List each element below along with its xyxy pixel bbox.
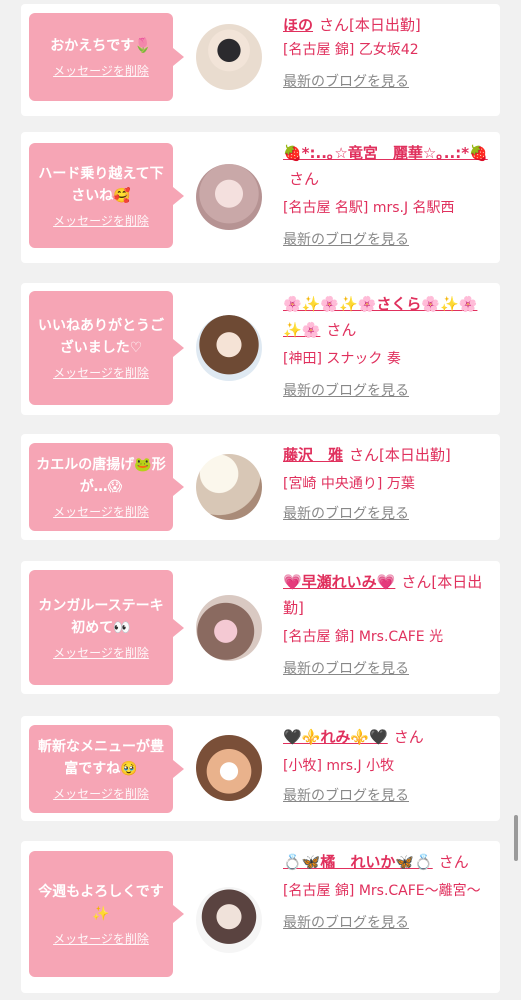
store-label: [名古屋 錦] 乙女坂42	[283, 42, 419, 58]
message-bubble: 今週もよろしくです✨ メッセージを削除	[29, 851, 184, 977]
avatar[interactable]	[196, 315, 262, 381]
avatar[interactable]	[196, 24, 262, 90]
cast-name-link[interactable]: 藤沢 雅	[283, 446, 343, 464]
latest-blog-link[interactable]: 最新のブログを見る	[283, 657, 409, 681]
message-text: 斬新なメニューが豊富ですね🥹	[38, 739, 164, 777]
message-card: 斬新なメニューが豊富ですね🥹 メッセージを削除 🖤⚜️れみ⚜️🖤 さん [小牧] …	[21, 716, 500, 821]
honorific: さん	[393, 728, 424, 746]
delete-message-link[interactable]: メッセージを削除	[53, 212, 149, 229]
latest-blog-link[interactable]: 最新のブログを見る	[283, 379, 409, 403]
cast-name-link[interactable]: 🍓*:..｡☆竜宮 麗華☆｡..:*🍓	[283, 144, 488, 162]
latest-blog-link[interactable]: 最新のブログを見る	[283, 911, 409, 935]
store-label: [小牧] mrs.J 小牧	[283, 758, 395, 774]
delete-message-link[interactable]: メッセージを削除	[53, 644, 149, 661]
cast-name-link[interactable]: 💗早瀬れいみ💗	[283, 573, 395, 591]
avatar[interactable]	[196, 595, 262, 661]
message-text: おかえちです🌷	[50, 38, 152, 54]
message-bubble: カンガルーステーキ初めて👀 メッセージを削除	[29, 570, 184, 685]
message-text: ハード乗り越えて下さいね🥰	[38, 165, 164, 204]
message-card: カエルの唐揚げ🐸形が…😱 メッセージを削除 藤沢 雅さん[本日出勤] [宮崎 中…	[21, 434, 500, 540]
message-bubble: 斬新なメニューが豊富ですね🥹 メッセージを削除	[29, 725, 184, 813]
message-bubble: カエルの唐揚げ🐸形が…😱 メッセージを削除	[29, 443, 184, 531]
message-text: カエルの唐揚げ🐸形が…😱	[36, 457, 166, 495]
delete-message-link[interactable]: メッセージを削除	[53, 785, 149, 802]
message-bubble: ハード乗り越えて下さいね🥰 メッセージを削除	[29, 143, 184, 248]
delete-message-link[interactable]: メッセージを削除	[53, 364, 149, 381]
honorific: さん	[319, 16, 350, 34]
latest-blog-link[interactable]: 最新のブログを見る	[283, 784, 409, 808]
honorific: さん	[401, 573, 432, 591]
store-label: [名古屋 錦] Mrs.CAFE 光	[283, 629, 444, 645]
avatar[interactable]	[196, 735, 262, 801]
avatar[interactable]	[196, 164, 262, 230]
honorific: さん	[289, 170, 320, 188]
delete-message-link[interactable]: メッセージを削除	[53, 930, 149, 947]
message-card: カンガルーステーキ初めて👀 メッセージを削除 💗早瀬れいみ💗 さん[本日出勤] […	[21, 561, 500, 694]
delete-message-link[interactable]: メッセージを削除	[53, 503, 149, 520]
store-label: [名古屋 名駅] mrs.J 名駅西	[283, 200, 455, 216]
honorific: さん	[326, 321, 357, 339]
message-bubble: おかえちです🌷 メッセージを削除	[29, 13, 184, 101]
message-bubble: いいねありがとうございました♡ メッセージを削除	[29, 291, 184, 405]
delete-message-link[interactable]: メッセージを削除	[53, 62, 149, 79]
message-text: カンガルーステーキ初めて👀	[38, 597, 164, 636]
cast-name-link[interactable]: 🌸✨🌸✨🌸さくら🌸✨🌸✨🌸	[283, 295, 477, 339]
status-badge: [本日出勤]	[379, 446, 451, 464]
cast-name-link[interactable]: ほの	[283, 16, 313, 34]
store-label: [宮崎 中央通り] 万葉	[283, 476, 415, 492]
store-label: [神田] スナック 奏	[283, 351, 401, 367]
honorific: さん	[438, 853, 469, 871]
store-label: [名古屋 錦] Mrs.CAFE〜離宮〜	[283, 883, 481, 899]
message-card: おかえちです🌷 メッセージを削除 ほの さん[本日出勤] [名古屋 錦] 乙女坂4…	[21, 4, 500, 116]
message-card: 今週もよろしくです✨ メッセージを削除 💍🦋橘 れいか🦋💍 さん [名古屋 錦] …	[21, 841, 500, 993]
latest-blog-link[interactable]: 最新のブログを見る	[283, 70, 409, 94]
message-card: ハード乗り越えて下さいね🥰 メッセージを削除 🍓*:..｡☆竜宮 麗華☆｡..:…	[21, 132, 500, 263]
latest-blog-link[interactable]: 最新のブログを見る	[283, 502, 409, 526]
honorific: さん	[349, 446, 380, 464]
message-text: いいねありがとうございました♡	[38, 318, 164, 356]
avatar[interactable]	[196, 454, 262, 520]
cast-name-link[interactable]: 🖤⚜️れみ⚜️🖤	[283, 728, 388, 746]
latest-blog-link[interactable]: 最新のブログを見る	[283, 228, 409, 252]
avatar[interactable]	[196, 887, 262, 953]
message-card: いいねありがとうございました♡ メッセージを削除 🌸✨🌸✨🌸さくら🌸✨🌸✨🌸 さん…	[21, 283, 500, 415]
cast-name-link[interactable]: 💍🦋橘 れいか🦋💍	[283, 853, 433, 871]
message-text: 今週もよろしくです✨	[38, 884, 164, 922]
scrollbar[interactable]	[514, 815, 518, 861]
status-badge: [本日出勤]	[349, 16, 421, 34]
